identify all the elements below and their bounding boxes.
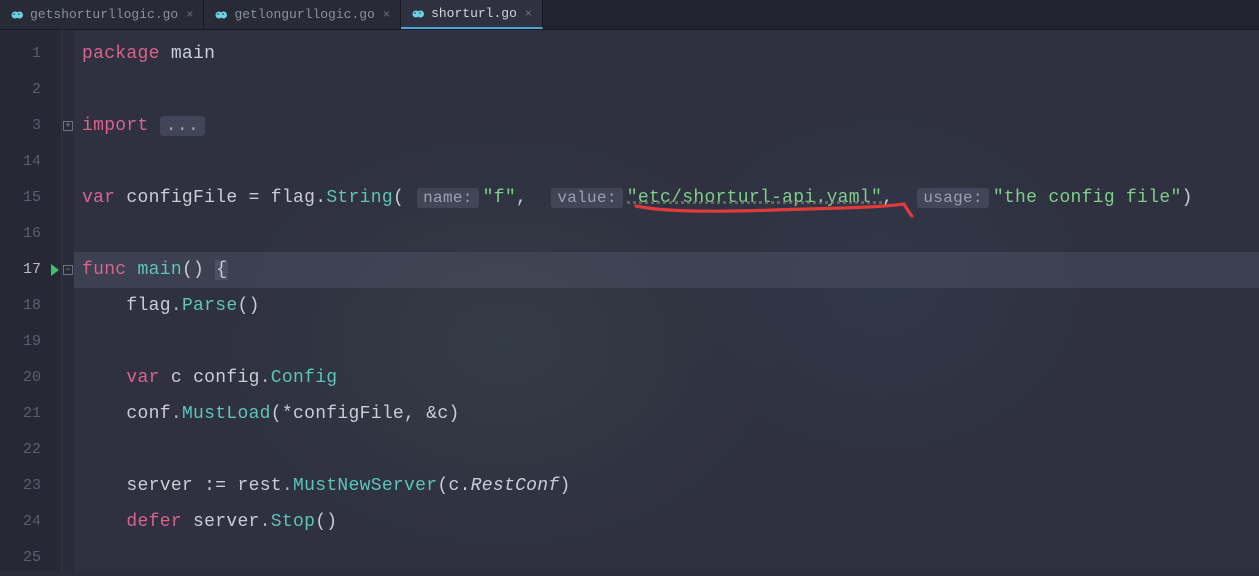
caret-position: { bbox=[215, 260, 228, 280]
code-line: flag.Parse() bbox=[74, 288, 1259, 324]
line-number: 2 bbox=[0, 72, 61, 108]
line-number: 23 bbox=[0, 468, 61, 504]
code-line: var configFile = flag.String( name:"f", … bbox=[74, 180, 1259, 216]
inlay-hint: usage: bbox=[917, 188, 988, 208]
go-file-icon bbox=[214, 8, 228, 22]
code-line: server := rest.MustNewServer(c.RestConf) bbox=[74, 468, 1259, 504]
line-number: 16 bbox=[0, 216, 61, 252]
fold-expand-icon[interactable]: + bbox=[63, 121, 73, 131]
line-number: 15 bbox=[0, 180, 61, 216]
close-icon[interactable]: × bbox=[381, 8, 390, 22]
tab-label: getlongurllogic.go bbox=[234, 7, 374, 22]
line-number: 3 bbox=[0, 108, 61, 144]
code-line bbox=[74, 216, 1259, 252]
code-line: conf.MustLoad(*configFile, &c) bbox=[74, 396, 1259, 432]
code-line bbox=[74, 72, 1259, 108]
tab-label: shorturl.go bbox=[431, 6, 517, 21]
code-line: import ... bbox=[74, 108, 1259, 144]
tab-label: getshorturllogic.go bbox=[30, 7, 178, 22]
inlay-hint: value: bbox=[551, 188, 622, 208]
close-icon[interactable]: × bbox=[523, 7, 532, 21]
line-number: 17 bbox=[0, 252, 61, 288]
line-number: 22 bbox=[0, 432, 61, 468]
code-line bbox=[74, 324, 1259, 360]
line-number: 19 bbox=[0, 324, 61, 360]
code-line: func main() { bbox=[74, 252, 1259, 288]
code-editor[interactable]: 1 2 3 14 15 16 17 18 19 20 21 22 23 24 2… bbox=[0, 30, 1259, 571]
fold-gutter: + − bbox=[62, 30, 74, 571]
code-line: defer server.Stop() bbox=[74, 504, 1259, 540]
line-number-gutter: 1 2 3 14 15 16 17 18 19 20 21 22 23 24 2… bbox=[0, 30, 62, 571]
close-icon[interactable]: × bbox=[184, 8, 193, 22]
code-line: var c config.Config bbox=[74, 360, 1259, 396]
line-number: 18 bbox=[0, 288, 61, 324]
tab-getlongurllogic[interactable]: getlongurllogic.go × bbox=[204, 0, 401, 29]
line-number: 21 bbox=[0, 396, 61, 432]
code-line bbox=[74, 432, 1259, 468]
inlay-hint: name: bbox=[417, 188, 479, 208]
code-area[interactable]: package main import ... var configFile =… bbox=[74, 30, 1259, 571]
code-line: package main bbox=[74, 36, 1259, 72]
fold-collapse-icon[interactable]: − bbox=[63, 265, 73, 275]
go-file-icon bbox=[411, 7, 425, 21]
line-number: 24 bbox=[0, 504, 61, 540]
run-gutter-icon[interactable] bbox=[51, 264, 59, 276]
code-line bbox=[74, 144, 1259, 180]
tab-getshorturllogic[interactable]: getshorturllogic.go × bbox=[0, 0, 204, 29]
line-number: 20 bbox=[0, 360, 61, 396]
tab-shorturl[interactable]: shorturl.go × bbox=[401, 0, 543, 29]
folded-region[interactable]: ... bbox=[160, 116, 205, 136]
line-number: 14 bbox=[0, 144, 61, 180]
editor-tabs: getshorturllogic.go × getlongurllogic.go… bbox=[0, 0, 1259, 30]
line-number: 1 bbox=[0, 36, 61, 72]
go-file-icon bbox=[10, 8, 24, 22]
